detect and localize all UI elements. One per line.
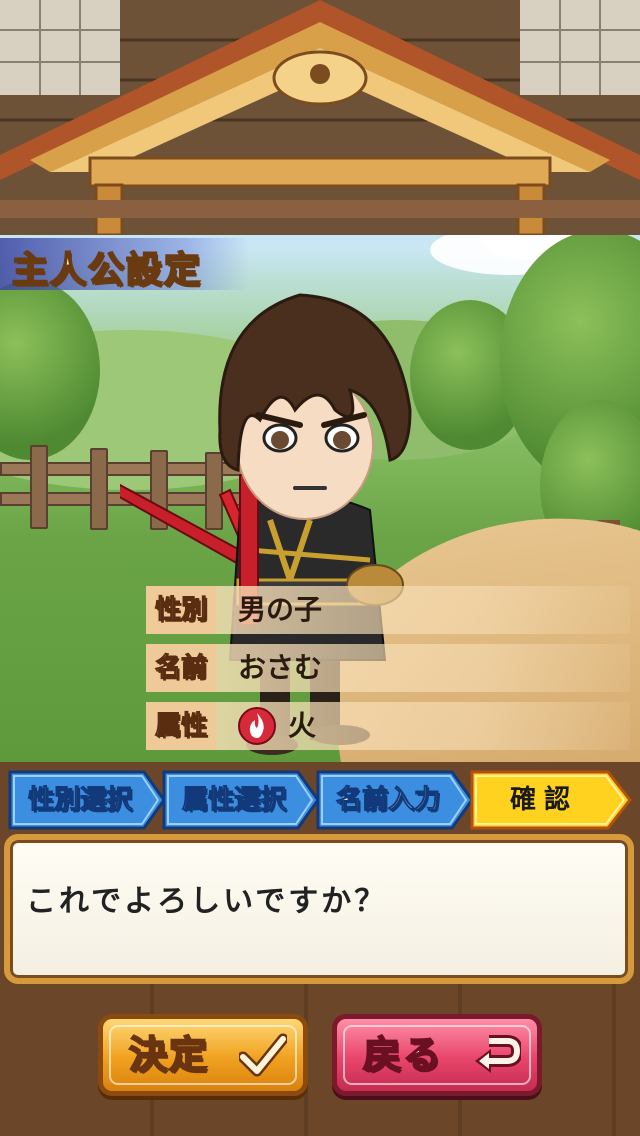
step-label: 確認 — [509, 785, 578, 815]
back-button-label: 戻る — [362, 1031, 444, 1078]
temple-roof — [0, 0, 640, 235]
fire-icon — [238, 707, 276, 745]
info-row-name: 名前 おさむ — [146, 644, 630, 692]
return-arrow-icon — [475, 1035, 521, 1073]
step-gender-select[interactable]: 性別選択 — [8, 770, 166, 830]
step-name-input[interactable]: 名前入力 — [316, 770, 474, 830]
step-label: 名前入力 — [335, 785, 440, 816]
step-label: 性別選択 — [27, 785, 132, 816]
gender-value: 男の子 — [238, 593, 323, 626]
fence-post — [30, 445, 48, 529]
confirm-button-label: 決定 — [128, 1031, 210, 1078]
checkmark-icon — [239, 1033, 287, 1077]
name-value: おさむ — [238, 651, 323, 684]
name-label: 名前 — [146, 644, 216, 692]
element-value: 火 — [288, 709, 317, 742]
element-label: 属性 — [146, 702, 216, 750]
confirm-message: これでよろしいですか？ — [26, 884, 388, 919]
step-progress-bar: 性別選択 属性選択 名前入力 確認 — [0, 762, 640, 842]
back-button[interactable]: 戻る — [332, 1014, 542, 1096]
fence-post — [90, 448, 108, 530]
step-label: 属性選択 — [181, 785, 286, 816]
gender-label: 性別 — [146, 586, 216, 634]
step-element-select[interactable]: 属性選択 — [162, 770, 320, 830]
confirm-button[interactable]: 決定 — [98, 1014, 308, 1096]
step-confirm[interactable]: 確認 — [470, 770, 632, 830]
info-row-gender: 性別 男の子 — [146, 586, 630, 634]
info-row-element: 属性 火 — [146, 702, 630, 750]
